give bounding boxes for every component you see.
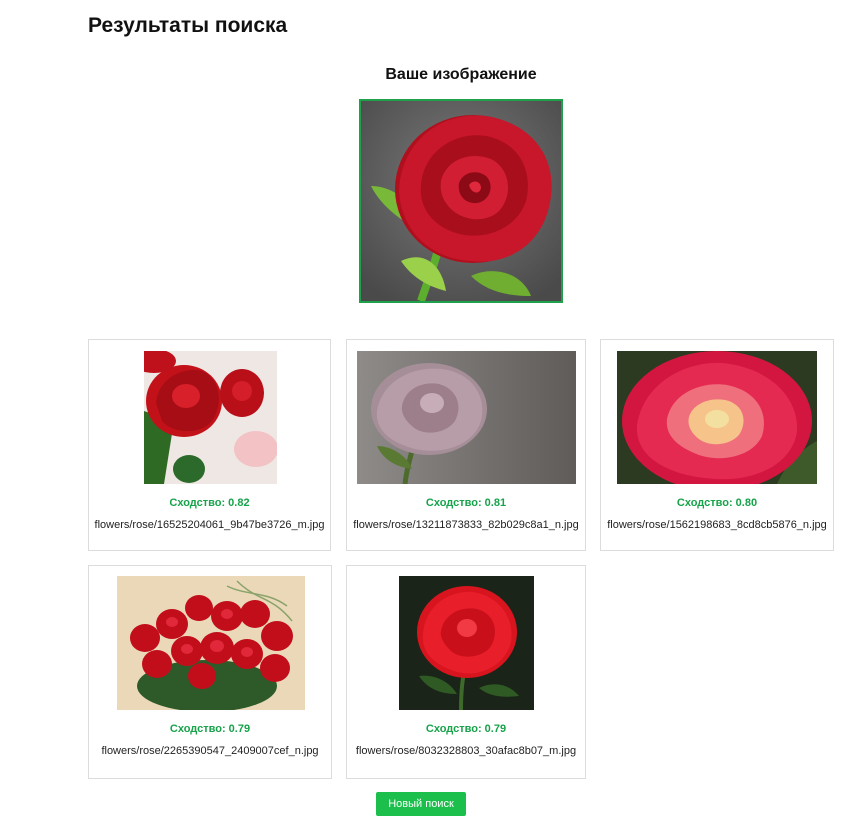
red-rose-bouquet-vase-photo bbox=[117, 576, 305, 710]
similarity-score: Сходство: 0.82 bbox=[169, 497, 250, 509]
similarity-score: Сходство: 0.81 bbox=[425, 497, 507, 509]
result-filename: flowers/rose/16525204061_9b47be3726_m.jp… bbox=[94, 519, 325, 531]
result-filename: flowers/rose/1562198683_8cd8cb5876_n.jpg bbox=[607, 519, 827, 531]
result-image[interactable] bbox=[144, 351, 277, 484]
result-filename: flowers/rose/8032328803_30afac8b07_m.jpg bbox=[355, 745, 577, 757]
red-roses-bouquet-photo bbox=[144, 351, 277, 484]
similarity-score: Сходство: 0.80 bbox=[676, 497, 758, 509]
result-image[interactable] bbox=[399, 576, 534, 710]
page-title: Результаты поиска bbox=[88, 14, 288, 37]
red-rose-dark-background-photo bbox=[399, 576, 534, 710]
result-filename: flowers/rose/13211873833_82b029c8a1_n.jp… bbox=[353, 519, 579, 531]
result-card[interactable]: Сходство: 0.79 flowers/rose/8032328803_3… bbox=[346, 565, 586, 779]
result-filename: flowers/rose/2265390547_2409007cef_n.jpg bbox=[101, 745, 319, 757]
result-image[interactable] bbox=[117, 576, 305, 710]
result-image[interactable] bbox=[617, 351, 817, 484]
query-rose-image bbox=[361, 101, 561, 301]
similarity-score: Сходство: 0.79 bbox=[169, 723, 251, 735]
query-image-heading: Ваше изображение bbox=[385, 66, 537, 83]
new-search-button[interactable]: Новый поиск bbox=[376, 792, 466, 816]
result-image[interactable] bbox=[357, 351, 576, 484]
result-card[interactable]: Сходство: 0.79 flowers/rose/2265390547_2… bbox=[88, 565, 332, 779]
result-card[interactable]: Сходство: 0.80 flowers/rose/1562198683_8… bbox=[600, 339, 834, 551]
result-card[interactable]: Сходство: 0.82 flowers/rose/16525204061_… bbox=[88, 339, 331, 551]
lilac-rose-photo bbox=[357, 351, 576, 484]
result-card[interactable]: Сходство: 0.81 flowers/rose/13211873833_… bbox=[346, 339, 586, 551]
similarity-score: Сходство: 0.79 bbox=[425, 723, 507, 735]
pink-yellow-rose-photo bbox=[617, 351, 817, 484]
query-image bbox=[359, 99, 563, 303]
